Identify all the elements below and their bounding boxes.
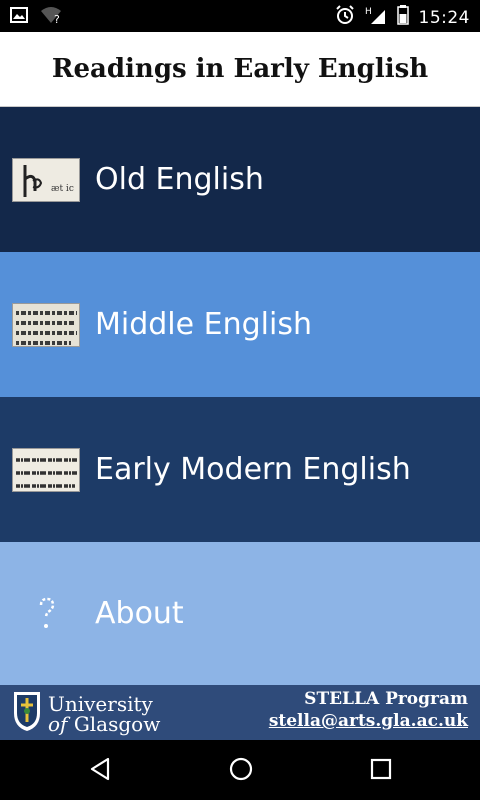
- menu-item-old-english[interactable]: æt ic Old English: [0, 107, 480, 252]
- footer: University of Glasgow STELLA Program ste…: [0, 685, 480, 740]
- back-icon[interactable]: [88, 756, 112, 787]
- university-line1: University: [48, 691, 153, 716]
- recents-icon[interactable]: [369, 756, 393, 787]
- image-icon: [10, 7, 28, 28]
- menu-item-about[interactable]: About: [0, 542, 480, 685]
- university-line2: Glasgow: [73, 711, 161, 736]
- home-icon[interactable]: [228, 756, 254, 787]
- signal-icon: H: [365, 5, 387, 30]
- stella-info: STELLA Program stella@arts.gla.ac.uk: [269, 688, 468, 732]
- email-link[interactable]: stella@arts.gla.ac.uk: [269, 710, 468, 732]
- menu-item-middle-english[interactable]: Middle English: [0, 252, 480, 397]
- menu-label-early-modern-english: Early Modern English: [95, 452, 411, 487]
- middle-english-thumbnail: [12, 302, 80, 347]
- menu-label-old-english: Old English: [95, 162, 264, 197]
- status-bar: ? H 15:24: [0, 0, 480, 32]
- question-icon: [36, 592, 58, 636]
- old-english-thumbnail: æt ic: [12, 157, 80, 202]
- app-title-bar: Readings in Early English: [0, 32, 480, 107]
- svg-text:H: H: [365, 7, 372, 17]
- early-modern-english-thumbnail: [12, 447, 80, 492]
- crest-icon: [12, 689, 42, 738]
- university-of: of: [48, 711, 68, 736]
- svg-text:?: ?: [54, 13, 60, 24]
- program-name: STELLA Program: [304, 689, 468, 709]
- status-time: 15:24: [418, 7, 470, 28]
- university-name: University of Glasgow: [48, 694, 160, 734]
- menu-label-about: About: [95, 596, 184, 631]
- page-title: Readings in Early English: [51, 54, 429, 84]
- status-right: H 15:24: [335, 5, 471, 30]
- status-left: ?: [10, 6, 62, 29]
- wifi-unknown-icon: ?: [40, 6, 62, 29]
- menu-item-early-modern-english[interactable]: Early Modern English: [0, 397, 480, 542]
- navigation-bar: [0, 740, 480, 800]
- university-logo[interactable]: University of Glasgow: [12, 689, 160, 738]
- alarm-icon: [335, 5, 355, 30]
- menu-label-middle-english: Middle English: [95, 307, 312, 342]
- svg-text:æt ic: æt ic: [51, 184, 74, 194]
- battery-icon: [396, 5, 409, 30]
